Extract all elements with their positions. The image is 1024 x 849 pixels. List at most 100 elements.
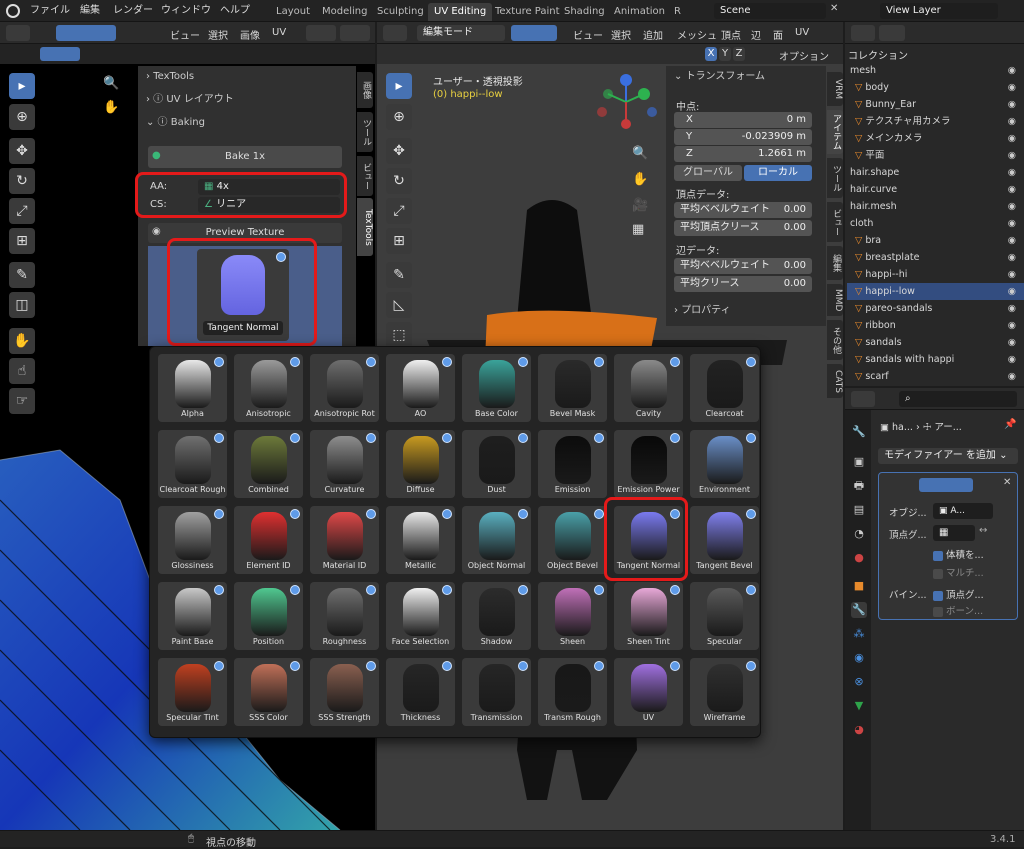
multi-modifier-check[interactable]: マルチ... [933, 565, 984, 579]
properties-editor-type-icon[interactable] [851, 391, 875, 407]
texture-item[interactable]: Anisotropic Rot [310, 354, 379, 422]
add-modifier-button[interactable]: モディファイアー を追加 ⌄ [878, 448, 1018, 464]
vertex-bevel-field[interactable]: 平均ベベルウェイト 0.00 [674, 202, 812, 218]
tab-animation[interactable]: Animation [608, 3, 671, 21]
scene-tab-icon[interactable]: ◔ [851, 526, 867, 542]
visibility-eye-icon[interactable]: ◉ [1008, 283, 1016, 300]
select-mode-icon[interactable] [56, 25, 116, 41]
median-x-field[interactable]: X0 m [674, 112, 812, 128]
vertex-mode-icon[interactable] [511, 25, 557, 41]
texture-item[interactable]: Emission Power [614, 430, 683, 498]
outliner-row[interactable]: hair.shape ◉ [847, 164, 1024, 181]
modifier-toggles[interactable] [919, 478, 973, 492]
material-tab-icon[interactable]: ◕ [851, 722, 867, 738]
preserve-volume-check[interactable]: 体積を... [933, 547, 984, 561]
visibility-eye-icon[interactable]: ◉ [1008, 113, 1016, 130]
vp-move-tool-icon[interactable]: ✥ [386, 138, 412, 164]
visibility-eye-icon[interactable]: ◉ [1008, 62, 1016, 79]
close-icon[interactable]: ✕ [830, 3, 844, 19]
texture-item[interactable]: Element ID [234, 506, 303, 574]
vptab-item[interactable]: アイテム [827, 110, 843, 154]
texture-item[interactable]: Roughness [310, 582, 379, 650]
texture-item[interactable]: Alpha [158, 354, 227, 422]
vp-zoom-icon[interactable]: 🔍 [632, 146, 648, 161]
relax-tool-icon[interactable]: ☝ [9, 358, 35, 384]
camera-icon[interactable]: 🎥 [632, 198, 648, 213]
menu-render[interactable]: レンダー [113, 3, 153, 19]
texture-item[interactable]: Metallic [386, 506, 455, 574]
outliner-editor-type-icon[interactable] [851, 25, 875, 41]
uv-menu-select[interactable]: 選択 [208, 27, 228, 42]
grab-tool-icon[interactable]: ✋ [9, 328, 35, 354]
visibility-eye-icon[interactable]: ◉ [1008, 300, 1016, 317]
outliner-row[interactable]: mesh ◉ [847, 62, 1024, 79]
texture-item[interactable]: Thickness [386, 658, 455, 726]
bind-vertex-check[interactable]: 頂点グ... [933, 587, 984, 601]
visibility-eye-icon[interactable]: ◉ [1008, 96, 1016, 113]
vp-add-cube-icon[interactable]: ⬚ [386, 322, 412, 348]
vp-menu-edge[interactable]: 辺 [751, 27, 761, 42]
outliner-row[interactable]: ▽ テクスチャ用カメラ ◉ [847, 113, 1024, 130]
mode-select[interactable]: 編集モード [417, 25, 505, 41]
texture-item[interactable]: Combined [234, 430, 303, 498]
tab-uv-editing[interactable]: UV Editing [428, 3, 493, 21]
outliner-row[interactable]: hair.curve ◉ [847, 181, 1024, 198]
output-tab-icon[interactable]: 🖶 [851, 478, 867, 494]
outliner-row[interactable]: ▽ pareo-sandals ◉ [847, 300, 1024, 317]
outliner-row[interactable]: ▽ scarf ◉ [847, 368, 1024, 385]
modifier-close-icon[interactable]: ✕ [1003, 477, 1011, 488]
render-tab-icon[interactable]: ▣ [851, 454, 867, 470]
outliner-row[interactable]: ▽ 平面 ◉ [847, 147, 1024, 164]
outliner-row[interactable]: cloth ◉ [847, 215, 1024, 232]
texture-item[interactable]: Sheen Tint [614, 582, 683, 650]
snap-icon[interactable] [340, 25, 370, 41]
texture-item[interactable]: Specular [690, 582, 759, 650]
rotate-tool-icon[interactable]: ↻ [9, 168, 35, 194]
vptab-vrm[interactable]: VRM [827, 72, 843, 106]
vp-annotate-tool-icon[interactable]: ✎ [386, 262, 412, 288]
tab-modeling[interactable]: Modeling [316, 3, 374, 21]
texture-item[interactable]: AO [386, 354, 455, 422]
texture-item[interactable]: Environment [690, 430, 759, 498]
menu-edit[interactable]: 編集 [80, 3, 100, 19]
outliner-row[interactable]: ▽ breastplate ◉ [847, 249, 1024, 266]
menu-file[interactable]: ファイル [30, 3, 70, 19]
outliner-row[interactable]: ▽ bra ◉ [847, 232, 1024, 249]
grid-icon[interactable]: ▦ [632, 222, 644, 237]
visibility-eye-icon[interactable]: ◉ [1008, 164, 1016, 181]
box-tool-icon[interactable]: ◫ [9, 292, 35, 318]
vp-menu-add[interactable]: 追加 [643, 27, 663, 42]
visibility-eye-icon[interactable]: ◉ [1008, 130, 1016, 147]
viewport-editor-type-icon[interactable] [383, 25, 407, 41]
bind-bone-check[interactable]: ボーン... [933, 603, 983, 617]
modifier-tab-icon[interactable]: 🔧 [851, 602, 867, 618]
tab-shading[interactable]: Shading [558, 3, 611, 21]
world-tab-icon[interactable]: ● [851, 550, 867, 566]
vp-scale-tool-icon[interactable]: ⤢ [386, 198, 412, 224]
vp-menu-mesh[interactable]: メッシュ [677, 27, 717, 42]
uv-menu-uv[interactable]: UV [272, 27, 286, 38]
vgroup-field[interactable]: ▦ [933, 525, 975, 541]
edge-bevel-field[interactable]: 平均ベベルウェイト 0.00 [674, 258, 812, 274]
vp-hand-icon[interactable]: ✋ [632, 172, 648, 187]
data-tab-icon[interactable]: ▼ [851, 698, 867, 714]
tab-layout[interactable]: Layout [270, 3, 316, 21]
visibility-eye-icon[interactable]: ◉ [1008, 198, 1016, 215]
visibility-eye-icon[interactable]: ◉ [1008, 368, 1016, 385]
tool-tab-icon[interactable]: 🔧 [851, 424, 867, 440]
texture-item[interactable]: Bevel Mask [538, 354, 607, 422]
tab-more[interactable]: R [668, 3, 687, 21]
options-menu[interactable]: オプション [779, 48, 829, 63]
vp-cursor-tool-icon[interactable]: ⊕ [386, 104, 412, 130]
constraints-tab-icon[interactable]: ⊗ [851, 674, 867, 690]
texture-item[interactable]: Clearcoat [690, 354, 759, 422]
pin-icon[interactable]: 📌 [1004, 419, 1016, 430]
view-layer-tab-icon[interactable]: ▤ [851, 502, 867, 518]
texture-item[interactable]: Object Bevel [538, 506, 607, 574]
move-tool-icon[interactable]: ✥ [9, 138, 35, 164]
pivot-icon[interactable] [306, 25, 336, 41]
texture-item[interactable]: Glossiness [158, 506, 227, 574]
transform-title[interactable]: ⌄ トランスフォーム [666, 68, 826, 86]
transform-tool-icon[interactable]: ⊞ [9, 228, 35, 254]
texture-item[interactable]: Transmission [462, 658, 531, 726]
